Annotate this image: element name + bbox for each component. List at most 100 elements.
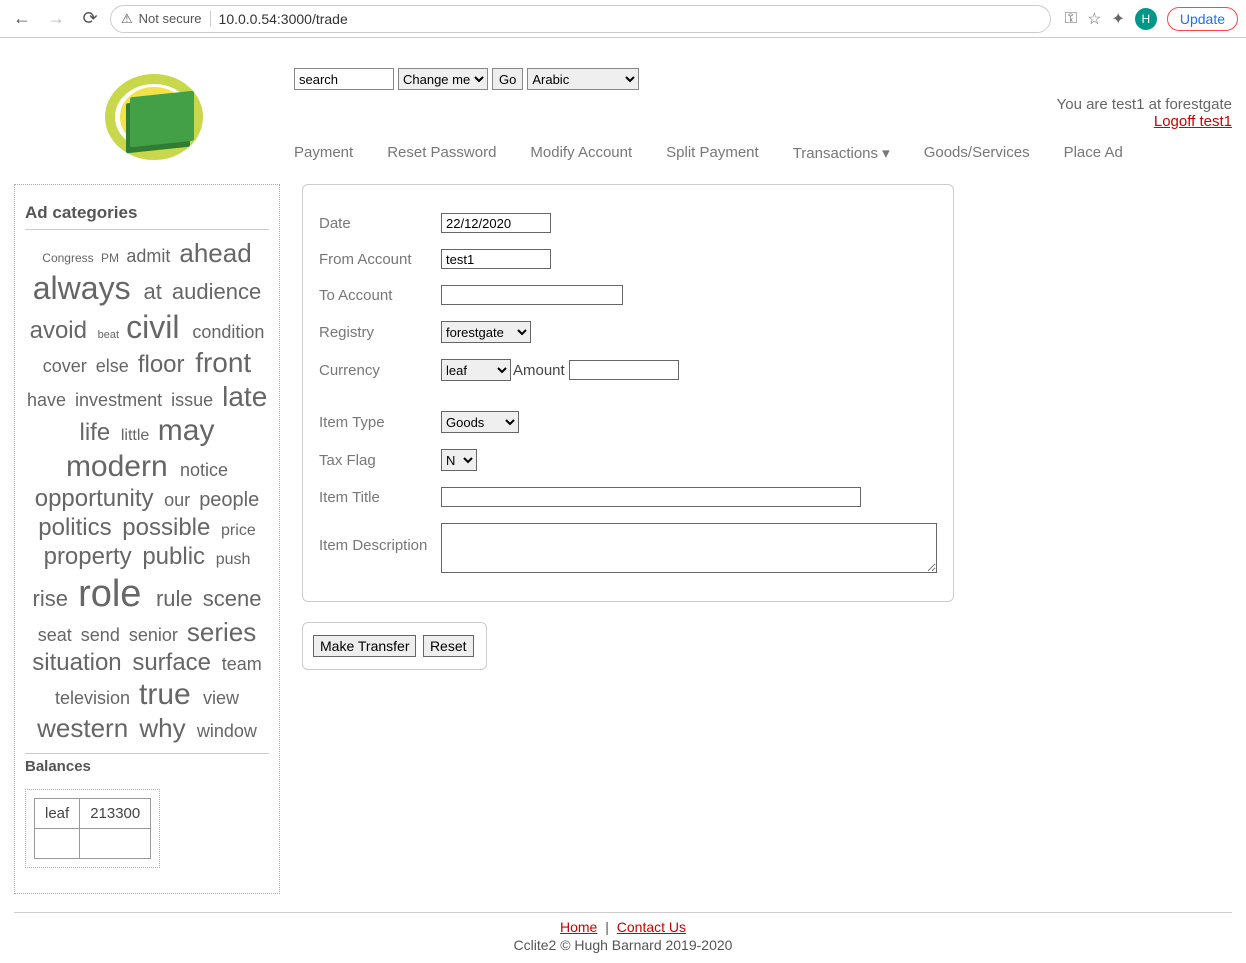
tag-investment[interactable]: investment xyxy=(73,390,169,410)
make-transfer-button[interactable]: Make Transfer xyxy=(313,635,416,657)
tag-western[interactable]: western xyxy=(35,713,137,743)
key-icon[interactable]: ⚿ xyxy=(1065,10,1077,28)
currency-select[interactable]: leaf xyxy=(441,359,511,381)
tag-life[interactable]: life xyxy=(78,419,119,446)
tag-condition[interactable]: condition xyxy=(190,322,266,342)
table-row: leaf 213300 xyxy=(35,798,151,828)
tag-little[interactable]: little xyxy=(119,427,156,444)
nav-modify-account[interactable]: Modify Account xyxy=(530,144,632,162)
tag-modern[interactable]: modern xyxy=(64,450,178,483)
tag-our[interactable]: our xyxy=(162,490,197,510)
tag-floor[interactable]: floor xyxy=(136,351,193,378)
tag-television[interactable]: television xyxy=(53,688,137,708)
tag-front[interactable]: front xyxy=(193,347,253,378)
forward-button[interactable]: → xyxy=(42,5,70,33)
tag-window[interactable]: window xyxy=(195,721,259,741)
tag-why[interactable]: why xyxy=(137,713,194,743)
reload-button[interactable]: ⟳ xyxy=(76,5,104,33)
tag-possible[interactable]: possible xyxy=(120,514,219,541)
tag-send[interactable]: send xyxy=(79,625,127,645)
currency-label: Currency xyxy=(319,362,441,379)
tag-else[interactable]: else xyxy=(94,356,136,376)
nav-split-payment[interactable]: Split Payment xyxy=(666,144,759,162)
tag-at[interactable]: at xyxy=(141,279,169,304)
tag-push[interactable]: push xyxy=(214,551,253,568)
user-status-text: You are test1 at forestgate xyxy=(1057,96,1232,113)
tag-situation[interactable]: situation xyxy=(30,649,130,676)
bookmark-star-icon[interactable]: ☆ xyxy=(1087,9,1101,29)
to-account-label: To Account xyxy=(319,287,441,304)
tag-politics[interactable]: politics xyxy=(36,514,120,541)
tag-cover[interactable]: cover xyxy=(41,356,94,376)
from-account-input[interactable] xyxy=(441,249,551,269)
reset-button[interactable]: Reset xyxy=(423,635,474,657)
tag-audience[interactable]: audience xyxy=(170,279,263,304)
browser-chrome: ← → ⟳ ⚠ Not secure 10.0.0.54:3000/trade … xyxy=(0,0,1246,38)
tag-view[interactable]: view xyxy=(201,688,241,708)
item-type-select[interactable]: Goods xyxy=(441,411,519,433)
tag-role[interactable]: role xyxy=(76,573,154,615)
tag-civil[interactable]: civil xyxy=(124,309,190,345)
search-input[interactable] xyxy=(294,68,394,90)
ad-categories-title: Ad categories xyxy=(25,203,269,230)
nav-transactions[interactable]: Transactions ▾ xyxy=(793,144,890,162)
sidebar: Ad categories Congress PM admit ahead al… xyxy=(14,184,280,894)
address-bar[interactable]: ⚠ Not secure 10.0.0.54:3000/trade xyxy=(110,5,1051,33)
tax-flag-select[interactable]: N xyxy=(441,449,477,471)
not-secure-label: Not secure xyxy=(139,11,202,26)
balances-title: Balances xyxy=(25,753,269,775)
logoff-link[interactable]: Logoff test1 xyxy=(1154,113,1232,130)
nav-payment[interactable]: Payment xyxy=(294,144,353,162)
tag-people[interactable]: people xyxy=(197,489,261,511)
back-button[interactable]: ← xyxy=(8,5,36,33)
to-account-input[interactable] xyxy=(441,285,623,305)
nav-place-ad[interactable]: Place Ad xyxy=(1064,144,1123,162)
tag-opportunity[interactable]: opportunity xyxy=(33,485,162,512)
search-mode-select[interactable]: Change me xyxy=(398,68,488,90)
tag-senior[interactable]: senior xyxy=(127,625,185,645)
language-select[interactable]: Arabic xyxy=(527,68,639,90)
nav-goods-services[interactable]: Goods/Services xyxy=(924,144,1030,162)
tag-property[interactable]: property xyxy=(42,543,141,570)
tag-scene[interactable]: scene xyxy=(201,586,264,611)
tag-rise[interactable]: rise xyxy=(31,586,77,611)
item-description-textarea[interactable] xyxy=(441,523,937,573)
tag-ahead[interactable]: ahead xyxy=(177,238,253,268)
tag-pm[interactable]: PM xyxy=(99,251,124,265)
tag-public[interactable]: public xyxy=(140,543,213,570)
tag-price[interactable]: price xyxy=(219,522,258,539)
balances-table: leaf 213300 xyxy=(34,798,151,859)
tag-beat[interactable]: beat xyxy=(96,329,124,341)
registry-select[interactable]: forestgate xyxy=(441,321,531,343)
date-input[interactable] xyxy=(441,213,551,233)
update-button[interactable]: Update xyxy=(1167,7,1238,31)
tag-congress[interactable]: Congress xyxy=(40,251,99,265)
item-title-input[interactable] xyxy=(441,487,861,507)
extensions-icon[interactable]: ✦ xyxy=(1111,9,1124,29)
tag-have[interactable]: have xyxy=(25,390,73,410)
tag-notice[interactable]: notice xyxy=(178,460,230,480)
tag-surface[interactable]: surface xyxy=(130,649,219,676)
tag-issue[interactable]: issue xyxy=(169,390,220,410)
app-logo[interactable] xyxy=(104,72,204,162)
tag-may[interactable]: may xyxy=(156,414,217,447)
tag-late[interactable]: late xyxy=(220,381,269,412)
item-title-label: Item Title xyxy=(319,489,441,506)
tag-series[interactable]: series xyxy=(185,617,258,647)
tag-seat[interactable]: seat xyxy=(36,625,79,645)
amount-input[interactable] xyxy=(569,360,679,380)
nav-reset-password[interactable]: Reset Password xyxy=(387,144,496,162)
tag-always[interactable]: always xyxy=(31,270,142,306)
tag-admit[interactable]: admit xyxy=(124,246,177,266)
tag-rule[interactable]: rule xyxy=(154,586,201,611)
footer-home-link[interactable]: Home xyxy=(560,919,597,935)
transfer-form: Date From Account To Account Registry fo… xyxy=(302,184,954,602)
tag-avoid[interactable]: avoid xyxy=(28,317,96,344)
profile-avatar[interactable]: H xyxy=(1135,8,1157,30)
footer-contact-link[interactable]: Contact Us xyxy=(617,919,686,935)
registry-label: Registry xyxy=(319,324,441,341)
go-button[interactable]: Go xyxy=(492,68,523,90)
item-type-label: Item Type xyxy=(319,414,441,431)
tag-true[interactable]: true xyxy=(137,678,201,711)
tag-team[interactable]: team xyxy=(220,654,264,674)
